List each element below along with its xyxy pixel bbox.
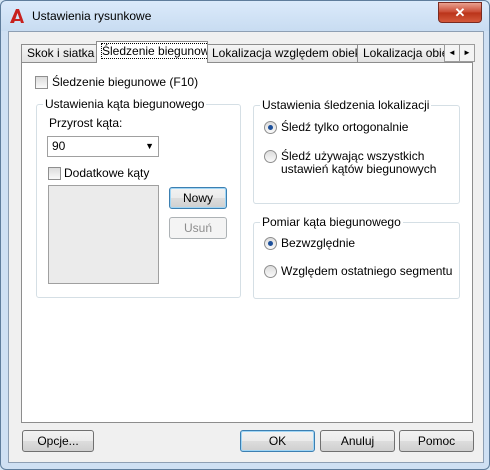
new-angle-button[interactable]: Nowy <box>169 187 227 209</box>
angle-settings-title: Ustawienia kąta biegunowego <box>43 97 207 111</box>
measurement-group: Pomiar kąta biegunowego Bezwzględnie Wzg… <box>253 215 460 299</box>
tracking-settings-title: Ustawienia śledzenia lokalizacji <box>260 98 432 112</box>
increment-angle-select[interactable]: 90 ▼ <box>47 136 159 157</box>
absolute-label: Bezwzględnie <box>281 236 356 250</box>
relative-last-segment-radio[interactable] <box>264 265 277 278</box>
measurement-title: Pomiar kąta biegunowego <box>260 215 403 229</box>
absolute-radio[interactable] <box>264 237 277 250</box>
delete-angle-button[interactable]: Usuń <box>169 217 227 239</box>
all-polar-angles-label-line2: ustawień kątów biegunowych <box>281 162 437 176</box>
ok-button[interactable]: OK <box>240 430 315 452</box>
tab-polar-tracking[interactable]: Śledzenie biegunowe <box>96 41 208 63</box>
all-polar-angles-label-line1: Śledź używając wszystkich <box>281 149 425 163</box>
tab-scroll-left-icon[interactable]: ◄ <box>444 44 460 62</box>
polar-tracking-label: Śledzenie biegunowe (F10) <box>52 75 199 89</box>
additional-angles-list[interactable] <box>48 185 159 284</box>
orthogonal-only-label: Śledź tylko ortogonalnie <box>281 120 409 134</box>
help-button[interactable]: Pomoc <box>399 430 474 452</box>
increment-angle-label: Przyrost kąta: <box>49 116 123 130</box>
title-bar[interactable]: Ustawienia rysunkowe ✕ <box>1 1 489 31</box>
cancel-button[interactable]: Anuluj <box>320 430 395 452</box>
dialog-body: Skok i siatka Śledzenie biegunowe Lokali… <box>8 31 484 463</box>
all-polar-angles-radio[interactable] <box>264 150 277 163</box>
polar-tracking-panel: Śledzenie biegunowe (F10) Ustawienia kąt… <box>21 62 473 423</box>
close-icon: ✕ <box>454 4 466 20</box>
orthogonal-only-radio[interactable] <box>264 121 277 134</box>
autocad-logo-icon <box>10 9 24 23</box>
additional-angles-checkbox[interactable] <box>48 167 61 180</box>
angle-settings-group: Ustawienia kąta biegunowego Przyrost kąt… <box>36 97 241 298</box>
polar-tracking-checkbox[interactable] <box>35 76 48 89</box>
dialog-window: Ustawienia rysunkowe ✕ Skok i siatka Śle… <box>0 0 490 470</box>
tab-3d-object-snap[interactable]: Lokalizacja obiektów 3D <box>357 44 449 62</box>
chevron-down-icon: ▼ <box>145 141 154 151</box>
increment-angle-value: 90 <box>52 139 66 153</box>
tab-scroll-right-icon[interactable]: ► <box>459 44 475 62</box>
tab-snap-grid[interactable]: Skok i siatka <box>21 44 97 62</box>
tracking-settings-group: Ustawienia śledzenia lokalizacji Śledź t… <box>253 98 460 204</box>
relative-last-segment-label: Względem ostatniego segmentu <box>281 264 453 278</box>
window-title: Ustawienia rysunkowe <box>32 9 152 23</box>
tab-strip: Skok i siatka Śledzenie biegunowe Lokali… <box>21 41 479 63</box>
options-button[interactable]: Opcje... <box>22 430 94 452</box>
close-button[interactable]: ✕ <box>438 2 482 23</box>
tab-object-snap[interactable]: Lokalizacja względem obiektu <box>206 44 359 62</box>
additional-angles-label: Dodatkowe kąty <box>64 166 150 180</box>
